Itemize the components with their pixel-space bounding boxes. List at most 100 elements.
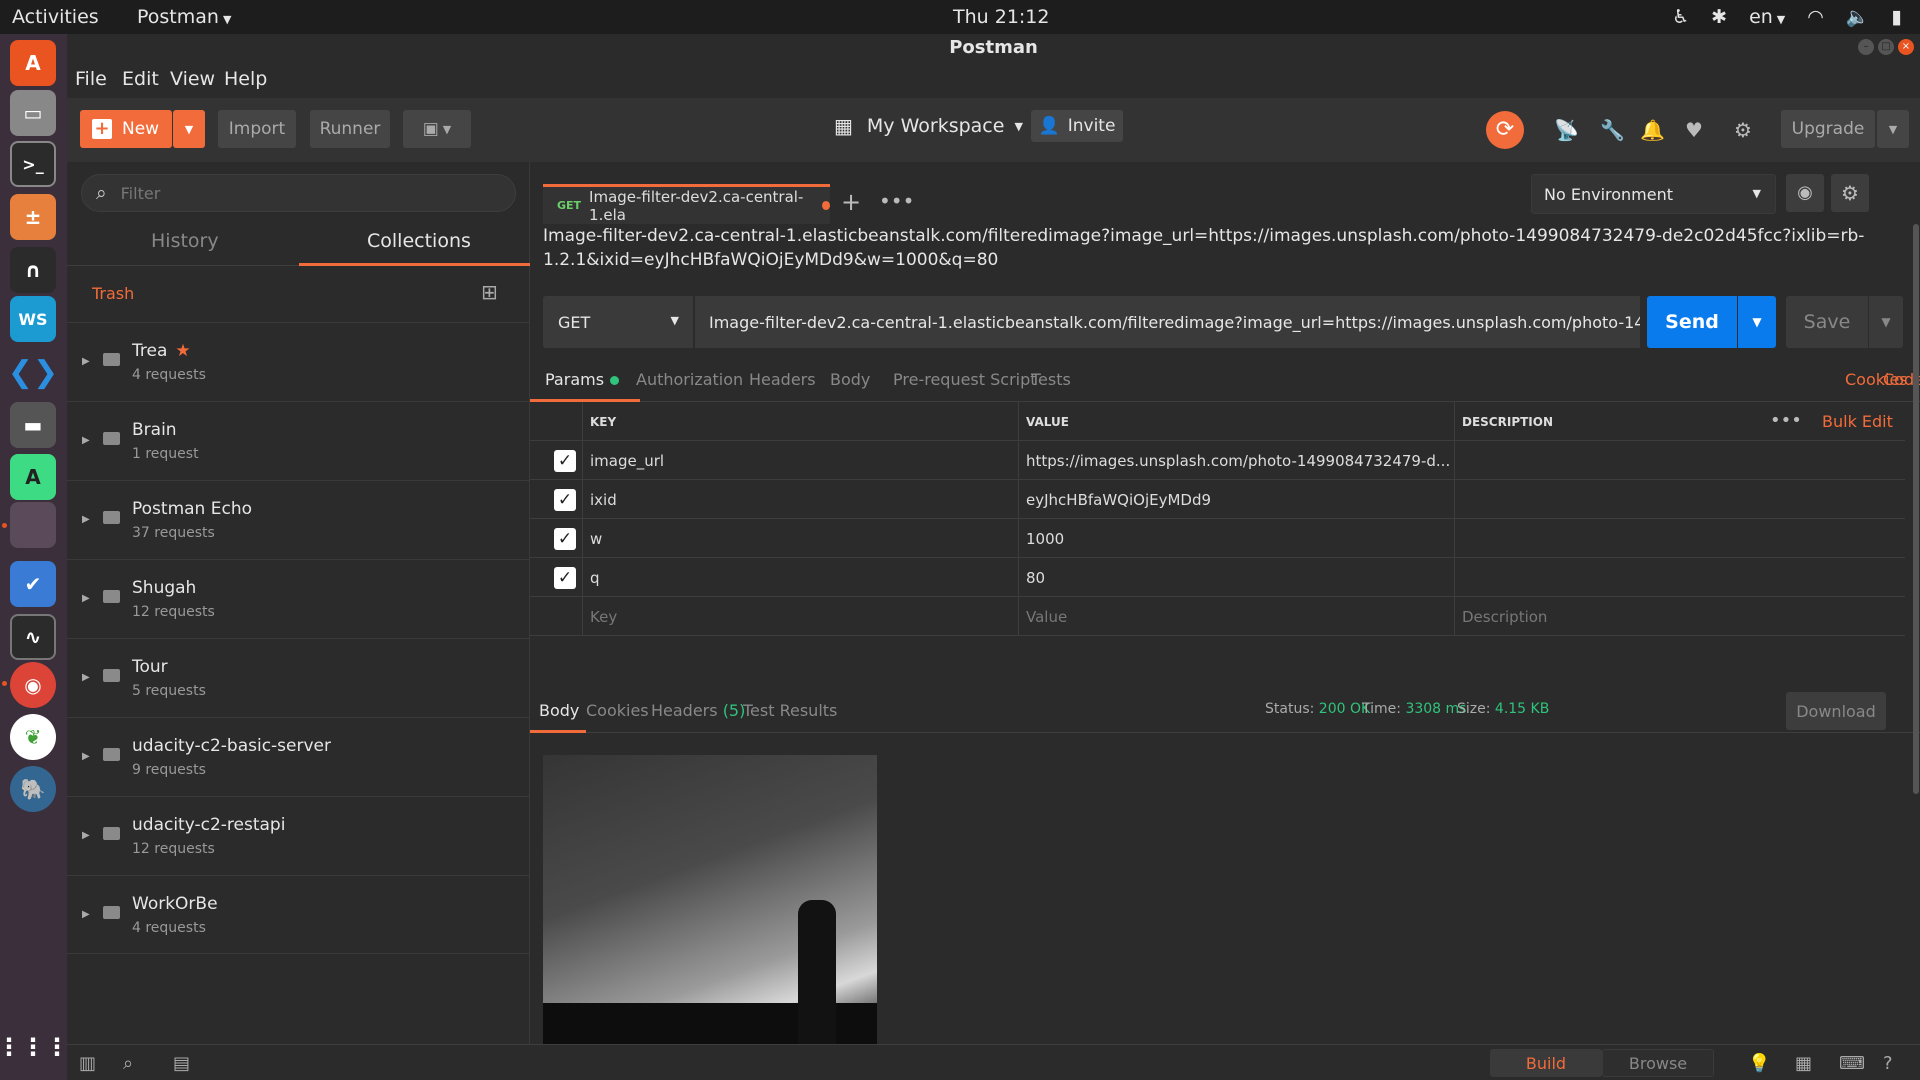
response-tab-headers[interactable]: Headers (5) [651,701,745,720]
clock[interactable]: Thu 21:12 [953,6,1049,28]
chrome-icon[interactable]: ◉ [10,662,56,708]
tab-params[interactable]: Params [545,370,620,389]
bluetooth-icon[interactable]: ✱ [1711,6,1727,28]
param-value[interactable]: 80 [1018,558,1454,597]
menu-view[interactable]: View [170,68,215,90]
star-icon[interactable]: ★ [175,341,190,361]
request-tab[interactable]: GET Image-filter-dev2.ca-central-1.ela [543,184,830,224]
terminal-icon[interactable]: >_ [10,141,56,187]
keyboard-icon[interactable]: ⌨ [1839,1053,1865,1074]
expand-icon[interactable]: ▶ [82,435,90,446]
mongodb-icon[interactable]: ❦ [10,714,56,760]
vscode-icon[interactable]: ❮❯ [8,349,58,395]
scrollbar[interactable] [1913,224,1919,794]
collection-item[interactable]: ▶ Shugah 12 requests [67,559,530,638]
build-mode-button[interactable]: Build [1490,1049,1602,1077]
download-button[interactable]: Download [1786,692,1886,730]
tab-pre-request-script[interactable]: Pre-request Script [893,370,1037,389]
param-description[interactable] [1454,558,1905,597]
param-value[interactable]: https://images.unsplash.com/photo-149908… [1018,441,1454,480]
menu-help[interactable]: Help [224,68,267,90]
minimize-button[interactable]: – [1858,39,1874,55]
heart-icon[interactable]: ♥ [1685,118,1703,142]
bulk-edit-link[interactable]: Bulk Edit [1822,412,1893,431]
volume-icon[interactable]: 🔈 [1846,5,1870,28]
wifi-icon[interactable]: ◠ [1807,6,1824,28]
checkbox[interactable]: ✓ [554,527,576,550]
new-dropdown-button[interactable]: ▼ [173,110,205,148]
param-key[interactable]: w [582,519,1018,558]
postgres-icon[interactable]: 🐘 [10,766,56,812]
collection-item[interactable]: ▶ udacity-c2-restapi 12 requests [67,796,530,875]
accessibility-icon[interactable]: ♿ [1672,6,1689,28]
menu-file[interactable]: File [75,68,107,90]
calculator-icon[interactable]: ± [10,194,56,240]
tasks-icon[interactable]: ✔ [10,561,56,607]
param-value[interactable]: 1000 [1018,519,1454,558]
upgrade-button[interactable]: Upgrade [1781,110,1875,148]
more-options-icon[interactable]: ••• [1770,410,1802,431]
app-grid-icon[interactable]: ⋮⋮⋮ [0,1024,69,1070]
param-value[interactable]: eyJhcHBfaWQiOjEyMDd9 [1018,480,1454,519]
collection-item[interactable]: ▶ Postman Echo 37 requests [67,480,530,559]
tab-authorization[interactable]: Authorization [636,370,743,389]
sidebar-toggle-icon[interactable]: ▥ [79,1053,96,1074]
satellite-icon[interactable]: 📡 [1554,118,1579,142]
new-description-input[interactable]: Description [1454,597,1905,636]
collection-item[interactable]: ▶ Tour 5 requests [67,638,530,717]
filter-input[interactable]: ⌕ Filter [81,174,516,212]
invite-button[interactable]: 👤 Invite [1031,110,1123,142]
response-tab-cookies[interactable]: Cookies [586,701,649,720]
param-key[interactable]: ixid [582,480,1018,519]
android-studio-icon[interactable]: A [10,454,56,500]
postman-app-icon[interactable] [10,502,56,548]
expand-icon[interactable]: ▶ [82,593,90,604]
menu-edit[interactable]: Edit [122,68,159,90]
settings-icon[interactable]: ⚙ [1734,118,1752,142]
checkbox[interactable]: ✓ [554,488,576,511]
url-input[interactable]: Image-filter-dev2.ca-central-1.elasticbe… [695,296,1640,348]
wrench-icon[interactable]: 🔧 [1600,118,1625,142]
workspace-selector[interactable]: ▦ My Workspace ▼ [834,114,1023,138]
more-tabs-icon[interactable]: ••• [879,189,914,213]
new-value-input[interactable]: Value [1018,597,1454,636]
method-select[interactable]: GET ▼ [543,296,693,348]
eye-icon[interactable]: ◉ [1786,174,1824,212]
param-description[interactable] [1454,441,1905,480]
response-tab-body[interactable]: Body [539,701,579,720]
help-icon[interactable]: ? [1883,1053,1893,1074]
display-icon[interactable]: ▬ [10,402,56,448]
collection-item[interactable]: ▶ Trea ★ 4 requests [67,322,530,401]
two-pane-icon[interactable]: ▦ [1795,1053,1812,1074]
import-button[interactable]: Import [218,110,296,148]
app-menu[interactable]: Postman ▼ [137,6,231,28]
new-collection-icon[interactable]: ⊞ [481,280,498,304]
save-button[interactable]: Save [1786,296,1868,348]
system-monitor-icon[interactable]: ∿ [10,614,56,660]
collection-item[interactable]: ▶ Brain 1 request [67,401,530,480]
gear-icon[interactable]: ⚙ [1831,174,1869,212]
files-icon[interactable]: ▭ [10,90,56,136]
collection-item[interactable]: ▶ udacity-c2-basic-server 9 requests [67,717,530,796]
lightbulb-icon[interactable]: 💡 [1748,1053,1770,1074]
expand-icon[interactable]: ▶ [82,909,90,920]
checkbox[interactable]: ✓ [554,449,576,472]
sync-icon[interactable]: ⟳ [1486,111,1524,149]
tab-collections[interactable]: Collections [367,230,471,252]
send-dropdown-button[interactable]: ▼ [1738,296,1776,348]
bell-icon[interactable]: 🔔 [1640,118,1665,142]
find-icon[interactable]: ⌕ [123,1053,133,1074]
battery-icon[interactable]: ▮ [1892,6,1902,28]
headphones-app-icon[interactable]: ∩ [10,247,56,293]
runner-button[interactable]: Runner [310,110,390,148]
browse-mode-button[interactable]: Browse [1602,1049,1714,1077]
expand-icon[interactable]: ▶ [82,830,90,841]
webstorm-icon[interactable]: WS [10,296,56,342]
expand-icon[interactable]: ▶ [82,672,90,683]
tab-history[interactable]: History [151,230,219,252]
new-button[interactable]: + New [80,110,172,148]
activities-button[interactable]: Activities [12,6,99,28]
send-button[interactable]: Send [1647,296,1737,348]
new-tab-button[interactable]: + [841,188,861,216]
new-key-input[interactable]: Key [582,597,1018,636]
